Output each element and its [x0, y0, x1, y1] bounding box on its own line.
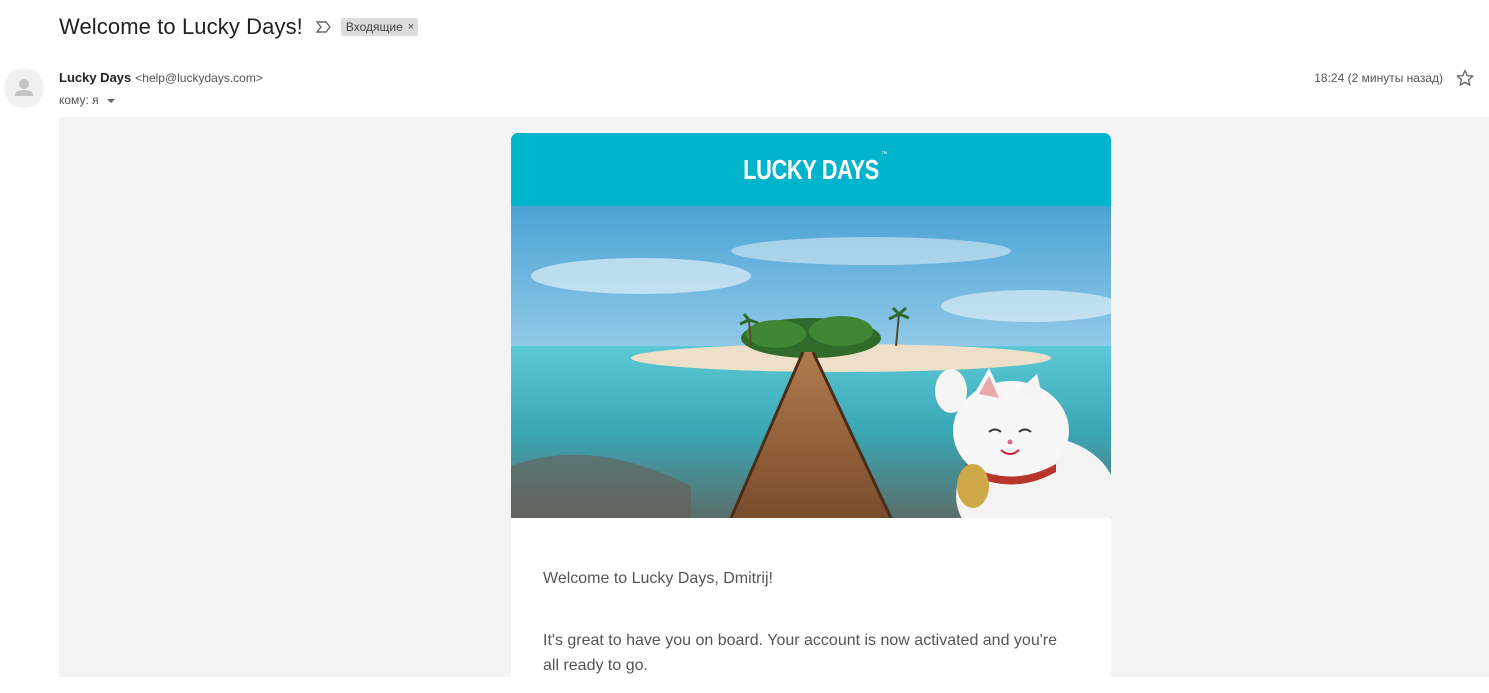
brand-header: LUCKY DAYS ™: [511, 133, 1111, 206]
important-marker-icon[interactable]: [315, 20, 333, 34]
message-body: LUCKY DAYS ™ Welcome to Lucky Days, Dmit…: [59, 117, 1489, 693]
sender-line: Lucky Days <help@luckydays.com>: [59, 70, 263, 85]
brand-logo[interactable]: LUCKY DAYS ™: [743, 151, 887, 186]
email-subject: Welcome to Lucky Days!: [59, 14, 303, 39]
star-icon[interactable]: [1455, 68, 1475, 88]
email-time: 18:24 (2 минуты назад): [1314, 71, 1443, 85]
avatar[interactable]: [4, 68, 44, 108]
avatar-icon: [15, 79, 33, 96]
greeting-text: Welcome to Lucky Days, Dmitrij!: [543, 570, 773, 587]
body-paragraph: It's great to have you on board. Your ac…: [543, 632, 1057, 674]
sender-email: <help@luckydays.com>: [135, 71, 263, 85]
email-card: LUCKY DAYS ™ Welcome to Lucky Days, Dmit…: [511, 133, 1111, 693]
sender-name[interactable]: Lucky Days: [59, 70, 131, 85]
recipient-text: кому: я: [59, 93, 99, 107]
chevron-down-icon[interactable]: [106, 99, 115, 103]
remove-label-button[interactable]: ×: [408, 21, 414, 33]
inbox-label-chip[interactable]: Входящие ×: [340, 18, 419, 36]
hero-image: [511, 206, 1111, 518]
message-text: Welcome to Lucky Days, Dmitrij! It's gre…: [511, 518, 1111, 678]
subject-row: Welcome to Lucky Days! Входящие ×: [59, 12, 419, 42]
recipient-line[interactable]: кому: я: [59, 93, 115, 107]
inbox-label-text: Входящие: [345, 20, 403, 34]
